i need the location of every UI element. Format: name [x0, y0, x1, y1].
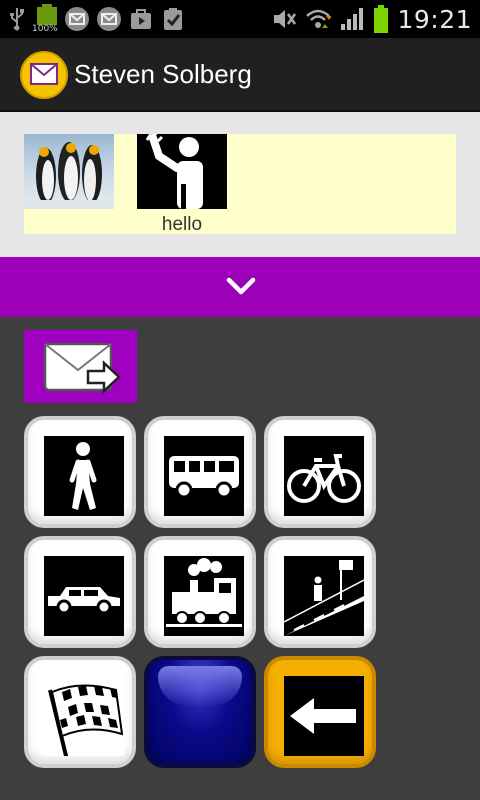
- back-tile-button[interactable]: [264, 656, 376, 768]
- signal-icon: [341, 8, 364, 30]
- contact-name-title: Steven Solberg: [74, 59, 252, 89]
- action-bar: Steven Solberg: [0, 38, 480, 112]
- message-strip[interactable]: hello: [24, 132, 456, 235]
- send-message-button[interactable]: [24, 330, 137, 403]
- bus-tile[interactable]: [144, 416, 256, 528]
- walk-pictogram: [44, 436, 124, 516]
- finish-tile[interactable]: [24, 656, 136, 768]
- bus-stop-pictogram: [283, 556, 365, 636]
- blue-tile-button[interactable]: [144, 656, 256, 768]
- usb-icon: [10, 8, 24, 31]
- walk-tile[interactable]: [24, 416, 136, 528]
- train-tile[interactable]: [144, 536, 256, 648]
- mail-icon: [65, 7, 89, 31]
- battery-small-icon: 100%: [32, 4, 58, 34]
- mute-icon: [274, 10, 297, 28]
- battery-icon: [374, 5, 389, 33]
- clipboard-icon: [164, 8, 182, 30]
- car-tile[interactable]: [24, 536, 136, 648]
- bicycle-tile[interactable]: [264, 416, 376, 528]
- app-mail-icon[interactable]: [20, 51, 68, 99]
- message-bar: hello: [0, 112, 480, 257]
- chevron-down-icon: [226, 277, 256, 295]
- penguins-photo[interactable]: [24, 134, 114, 209]
- bus-stop-tile[interactable]: [264, 536, 376, 648]
- finish-flag-pictogram: [44, 676, 124, 765]
- hello-pictogram[interactable]: [137, 132, 227, 209]
- bus-pictogram: [164, 436, 244, 516]
- send-mail-icon: [43, 342, 121, 394]
- car-pictogram: [44, 556, 124, 636]
- hello-label: hello: [161, 214, 203, 235]
- collapse-button[interactable]: [0, 257, 480, 317]
- battery-percent: 100%: [32, 24, 58, 34]
- status-bar: 100% 19:21: [0, 0, 480, 38]
- wifi-icon: [306, 9, 332, 28]
- mail-icon: [97, 7, 121, 31]
- train-pictogram: [164, 556, 244, 636]
- blue-gloss: [158, 666, 242, 706]
- clock: 19:21: [397, 4, 472, 34]
- shop-icon: [131, 9, 151, 29]
- back-arrow-icon: [284, 676, 364, 756]
- bicycle-pictogram: [284, 436, 364, 516]
